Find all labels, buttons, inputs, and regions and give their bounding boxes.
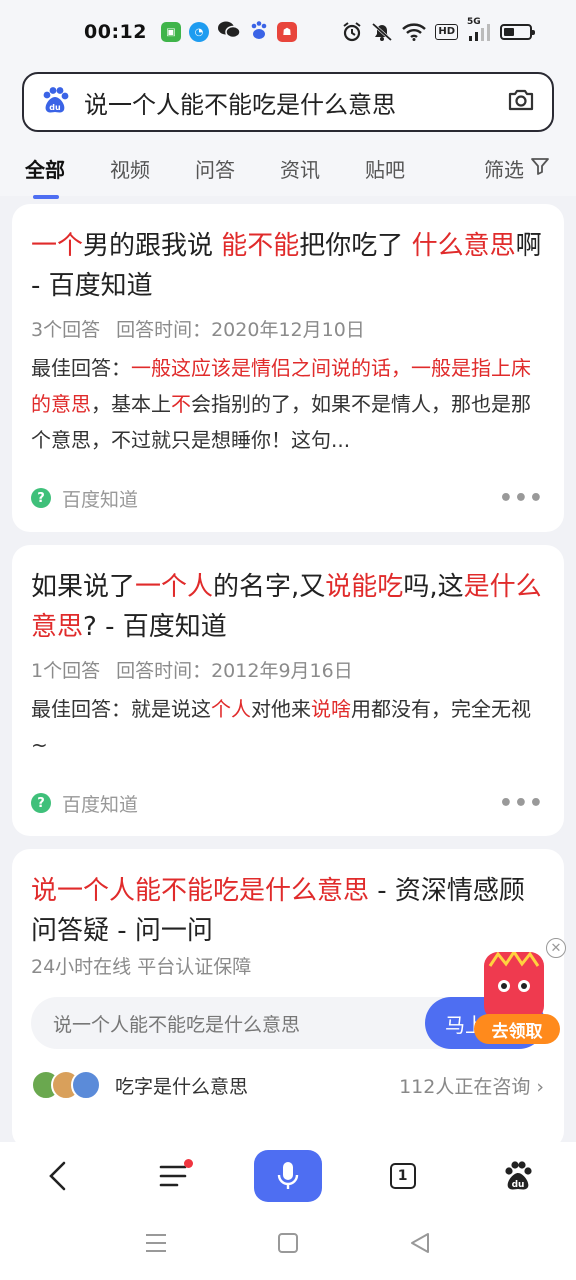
text-segment: 把你吃了 <box>299 231 412 261</box>
result-meta: 3个回答 回答时间：2020年12月10日 <box>31 316 544 344</box>
zhidao-icon: ? <box>31 488 51 508</box>
highlight-text: 不 <box>171 392 191 416</box>
tab-count: 1 <box>389 1163 416 1189</box>
result-footer: ? 百度知道 ••• <box>31 783 544 823</box>
result-footer: ? 百度知道 ••• <box>31 478 544 518</box>
app-notification-icon: ▣ <box>160 22 181 42</box>
result-title[interactable]: 一个男的跟我说 能不能把你吃了 什么意思啊 - 百度知道 <box>31 226 544 306</box>
answer-time: 回答时间：2012年9月16日 <box>116 660 353 682</box>
system-back-icon[interactable] <box>409 1232 431 1258</box>
svg-text:du: du <box>49 103 61 112</box>
mute-icon <box>371 21 393 43</box>
filter-label: 筛选 <box>484 158 524 182</box>
text-segment: 对他来 <box>251 697 311 721</box>
result-title[interactable]: 如果说了一个人的名字,又说能吃吗,这是什么意思? - 百度知道 <box>31 567 544 647</box>
filter-icon <box>530 156 550 181</box>
tab-tieba[interactable]: 贴吧 <box>365 154 405 183</box>
ask-input-text: 说一个人能不能吃是什么意思 <box>53 1013 301 1036</box>
wechat-icon <box>217 20 241 44</box>
tabs-button[interactable]: 1 <box>368 1150 438 1202</box>
highlight-text: 说啥 <box>311 697 351 721</box>
consult-count: 112人正在咨询 › <box>399 1075 544 1098</box>
text-segment: 吗,这 <box>403 572 464 602</box>
zhidao-icon: ? <box>31 793 51 813</box>
text-segment: 男的跟我说 <box>83 231 222 261</box>
answer-time: 回答时间：2020年12月10日 <box>116 319 365 341</box>
promo-label[interactable]: 去领取 <box>474 1014 560 1044</box>
consultant-avatars <box>31 1070 101 1100</box>
ask-question-input[interactable]: 说一个人能不能吃是什么意思 马上提问 <box>31 997 545 1049</box>
notification-dot <box>184 1159 194 1168</box>
more-options-icon[interactable]: ••• <box>499 791 544 816</box>
tab-news[interactable]: 资讯 <box>280 154 320 183</box>
result-snippet: 最佳回答：一般这应该是情侣之间说的话，一般是指上床的意思，基本上不会指别的了，如… <box>31 350 544 458</box>
system-navigation-bar <box>0 1210 576 1280</box>
result-snippet: 最佳回答：就是说这个人对他来说啥用都没有，完全无视~ <box>31 691 544 763</box>
notification-icons: ▣ ◔ ☗ <box>160 20 297 44</box>
ask-card-title[interactable]: 说一个人能不能吃是什么意思 - 资深情感顾问答疑 - 问一问 <box>31 871 544 951</box>
home-icon[interactable] <box>277 1232 299 1258</box>
consult-count-text: 112人正在咨询 <box>399 1075 531 1098</box>
voice-search-button[interactable] <box>253 1150 322 1202</box>
baidu-home-button[interactable]: du <box>483 1150 553 1202</box>
text-segment: 最佳回答：就是说这 <box>31 697 211 721</box>
text-segment: 的名字,又 <box>213 572 326 602</box>
bottom-toolbar: 1 du <box>0 1142 576 1210</box>
consult-row[interactable]: 吃字是什么意思 112人正在咨询 › <box>31 1067 544 1103</box>
more-options-icon[interactable]: ••• <box>499 486 544 511</box>
back-button[interactable] <box>23 1150 93 1202</box>
source-name: 百度知道 <box>62 793 139 816</box>
promo-close-icon[interactable]: ✕ <box>546 938 566 958</box>
tab-qa[interactable]: 问答 <box>195 154 235 183</box>
text-segment: 最佳回答： <box>31 356 131 380</box>
camera-icon[interactable] <box>506 85 536 119</box>
text-segment: 如果说了 <box>31 572 136 602</box>
wifi-icon <box>402 21 427 43</box>
search-input[interactable]: 说一个人能不能吃是什么意思 <box>84 85 506 120</box>
result-card[interactable]: 一个男的跟我说 能不能把你吃了 什么意思啊 - 百度知道 3个回答 回答时间：20… <box>12 204 564 532</box>
highlight-text: 说一个人能不能吃是什么意思 <box>31 876 370 906</box>
answer-count: 1个回答 <box>31 660 101 682</box>
baidu-notification-icon <box>249 20 269 44</box>
network-type: 5G <box>467 17 481 27</box>
hd-badge: HD <box>435 24 458 40</box>
qq-browser-icon: ◔ <box>188 22 209 42</box>
filter-button[interactable]: 筛选 <box>484 154 550 183</box>
menu-button[interactable] <box>138 1150 208 1202</box>
highlight-text: 能不能 <box>221 231 300 261</box>
status-indicators: HD 5G <box>342 17 535 43</box>
tab-all[interactable]: 全部 <box>25 154 65 199</box>
highlight-text: 个人 <box>211 697 251 721</box>
result-meta: 1个回答 回答时间：2012年9月16日 <box>31 657 544 685</box>
highlight-text: 什么意思 <box>411 231 516 261</box>
alarm-icon <box>342 21 362 43</box>
status-time: 00:12 <box>84 21 147 43</box>
signal-icon: 5G <box>467 17 491 43</box>
related-question[interactable]: 吃字是什么意思 <box>115 1072 248 1099</box>
highlight-text: 一个 <box>31 231 84 261</box>
text-segment: ? - 百度知道 <box>83 612 227 642</box>
battery-icon <box>500 24 535 40</box>
baidu-logo-icon: du <box>40 85 84 119</box>
promo-gift-icon <box>484 949 544 1020</box>
status-bar: 00:12 ▣ ◔ ☗ HD 5G <box>0 0 576 64</box>
answer-count: 3个回答 <box>31 319 101 341</box>
text-segment: ，基本上 <box>91 392 171 416</box>
svg-text:du: du <box>512 1180 525 1190</box>
recents-icon[interactable] <box>145 1233 167 1257</box>
highlight-text: 一个人 <box>135 572 214 602</box>
promo-widget[interactable]: ✕ 去领取 <box>474 934 566 1044</box>
tab-video[interactable]: 视频 <box>110 154 150 183</box>
ask-card-subtitle: 24小时在线 平台认证保障 <box>31 956 252 978</box>
highlight-text: 说能吃 <box>325 572 404 602</box>
avatar <box>71 1070 101 1100</box>
result-tabs: 全部 视频 问答 资讯 贴吧 筛选 <box>0 140 576 199</box>
search-header: du 说一个人能不能吃是什么意思 <box>0 64 576 140</box>
source-name: 百度知道 <box>62 488 139 511</box>
shopping-app-icon: ☗ <box>276 22 297 42</box>
search-box[interactable]: du 说一个人能不能吃是什么意思 <box>22 72 554 132</box>
result-card[interactable]: 如果说了一个人的名字,又说能吃吗,这是什么意思? - 百度知道 1个回答 回答时间… <box>12 545 564 836</box>
